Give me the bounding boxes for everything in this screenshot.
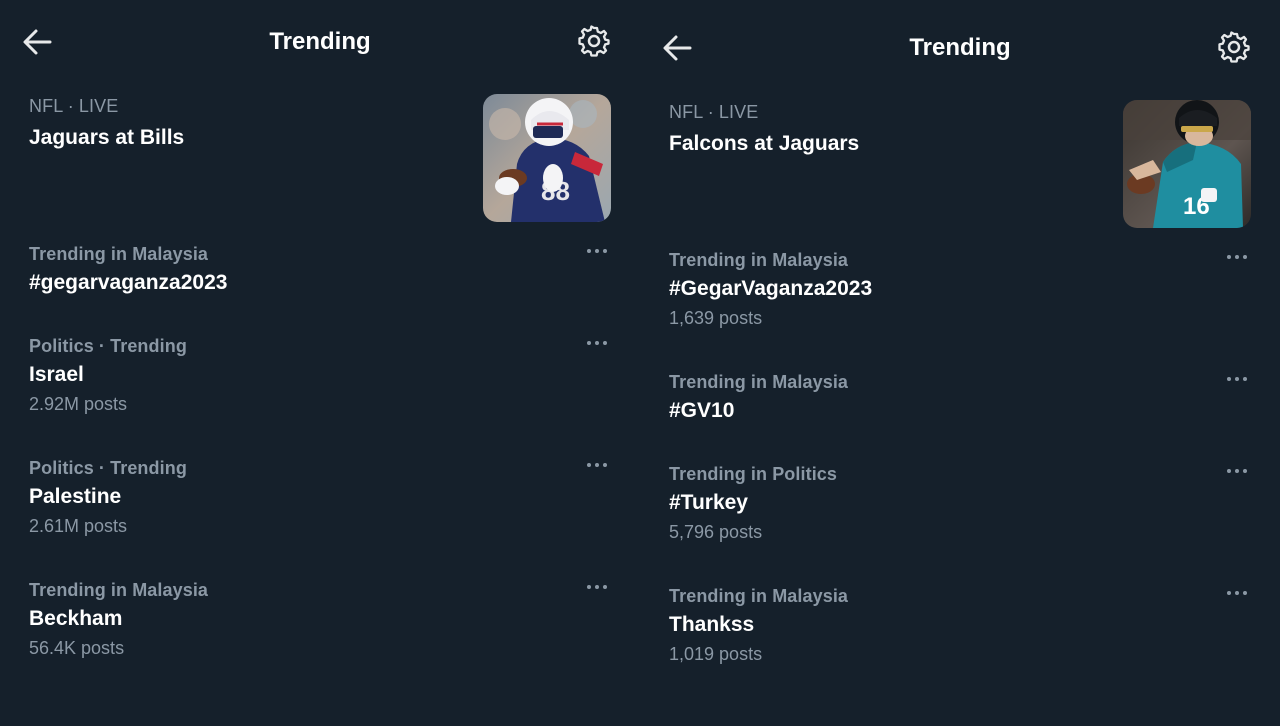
trend-post-count: 5,796 posts (669, 522, 763, 542)
live-meta: NFL · LIVE (29, 96, 119, 116)
more-horizontal-icon[interactable] (585, 338, 609, 348)
more-horizontal-icon[interactable] (585, 246, 609, 256)
more-horizontal-icon[interactable] (1225, 466, 1249, 476)
header: Trending (0, 0, 640, 84)
trend-context: Politics · Trending (29, 336, 187, 356)
event-thumbnail: 88 (483, 94, 611, 222)
trend-item[interactable]: Trending in Malaysia #GV10 (640, 372, 1280, 464)
gear-icon[interactable] (1218, 31, 1250, 63)
live-title: Falcons at Jaguars (669, 132, 860, 155)
page-title: Trending (909, 34, 1011, 61)
trend-name: Palestine (29, 485, 122, 508)
more-horizontal-icon[interactable] (585, 582, 609, 592)
trend-context: Trending in Malaysia (29, 244, 209, 264)
event-thumbnail: 16 (1123, 100, 1251, 228)
trend-context: Trending in Malaysia (669, 250, 849, 270)
trend-item[interactable]: Politics · Trending Palestine 2.61M post… (0, 458, 640, 580)
left-trending-panel: Trending NFL · LIVE Jaguars at Bills Tre… (0, 0, 640, 720)
trend-item[interactable]: Politics · Trending Israel 2.92M posts (0, 336, 640, 458)
right-trending-panel: Trending NFL · LIVE Falcons at Jaguars 1… (640, 6, 1280, 726)
trend-post-count: 1,639 posts (669, 308, 763, 328)
trend-item[interactable]: Trending in Malaysia Thankss 1,019 posts (640, 586, 1280, 708)
trend-item[interactable]: Trending in Politics #Turkey 5,796 posts (640, 464, 1280, 586)
trend-post-count: 1,019 posts (669, 644, 763, 664)
live-meta: NFL · LIVE (669, 102, 759, 122)
trend-name: Israel (29, 363, 84, 386)
trend-item[interactable]: Trending in Malaysia #gegarvaganza2023 (0, 244, 640, 336)
more-horizontal-icon[interactable] (1225, 374, 1249, 384)
trend-name: #gegarvaganza2023 (29, 271, 228, 294)
trend-name: #Turkey (669, 491, 748, 514)
live-event[interactable]: NFL · LIVE Jaguars at Bills 88 (0, 84, 640, 244)
header: Trending (640, 6, 1280, 90)
gear-icon[interactable] (578, 25, 610, 57)
live-event[interactable]: NFL · LIVE Falcons at Jaguars 16 (640, 90, 1280, 250)
more-horizontal-icon[interactable] (1225, 588, 1249, 598)
trend-name: Beckham (29, 607, 123, 630)
trend-item[interactable]: Trending in Malaysia #GegarVaganza2023 1… (640, 250, 1280, 372)
trend-context: Trending in Malaysia (669, 586, 849, 606)
trend-context: Trending in Malaysia (669, 372, 849, 392)
page-title: Trending (269, 28, 371, 55)
more-horizontal-icon[interactable] (585, 460, 609, 470)
trend-context: Trending in Politics (669, 464, 838, 484)
trend-post-count: 2.61M posts (29, 516, 128, 536)
trend-context: Trending in Malaysia (29, 580, 209, 600)
live-title: Jaguars at Bills (29, 126, 185, 149)
trend-item[interactable]: Trending in Malaysia Beckham 56.4K posts (0, 580, 640, 702)
trend-name: Thankss (669, 613, 755, 636)
trend-post-count: 2.92M posts (29, 394, 128, 414)
trend-name: #GegarVaganza2023 (669, 277, 873, 300)
trend-post-count: 56.4K posts (29, 638, 125, 658)
trend-name: #GV10 (669, 399, 735, 422)
trend-context: Politics · Trending (29, 458, 187, 478)
more-horizontal-icon[interactable] (1225, 252, 1249, 262)
